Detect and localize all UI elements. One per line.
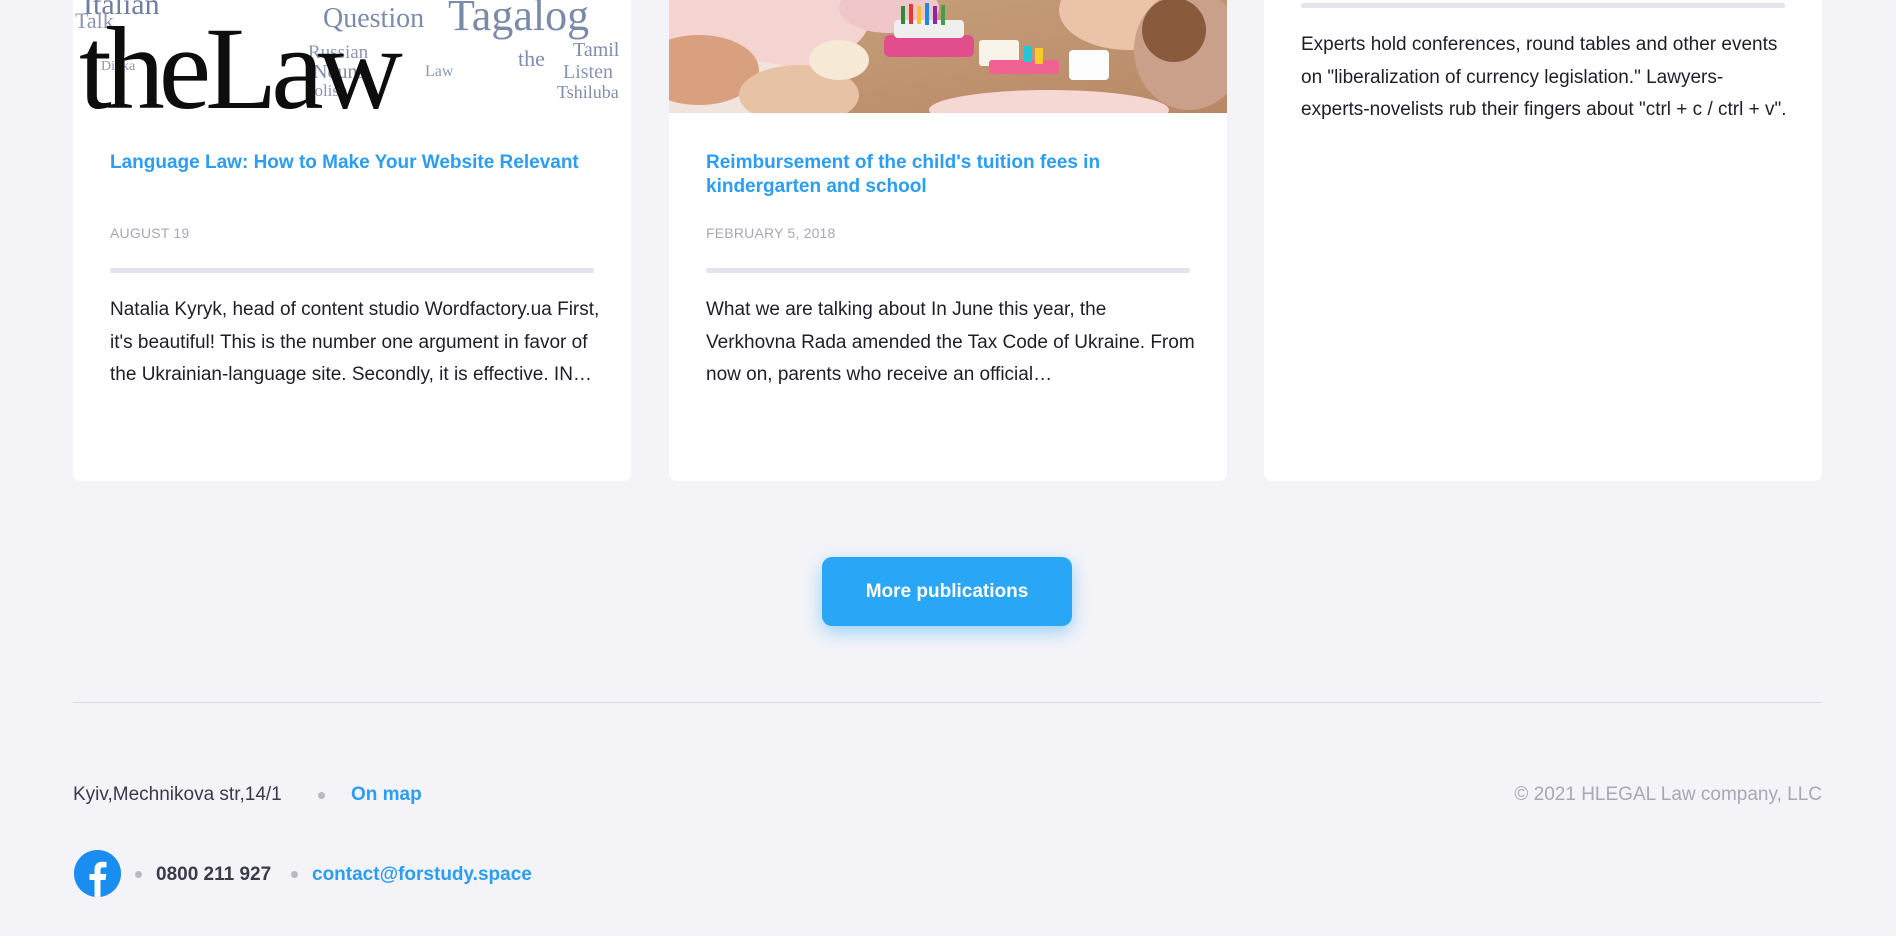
word-cloud-listen: Listen: [563, 61, 613, 83]
word-cloud-tagalog: Tagalog: [448, 0, 589, 40]
word-cloud-the: the: [518, 46, 545, 71]
facebook-icon[interactable]: [74, 850, 121, 897]
more-publications-button[interactable]: More publications: [822, 557, 1072, 626]
publication-card[interactable]: Italian Talk Question Tagalog Russian No…: [73, 0, 631, 481]
word-cloud-thelaw: theLaw: [79, 3, 403, 113]
publication-excerpt: Natalia Kyryk, head of content studio Wo…: [110, 299, 600, 385]
publication-card[interactable]: Reimbursement of the child's tuition fee…: [669, 0, 1227, 481]
publication-image[interactable]: [669, 0, 1227, 113]
separator-dot: [318, 792, 325, 799]
publication-title[interactable]: Reimbursement of the child's tuition fee…: [706, 151, 1190, 199]
publication-excerpt: Experts hold conferences, round tables a…: [1301, 34, 1787, 120]
email-link[interactable]: contact@forstudy.space: [312, 864, 532, 886]
word-cloud-tamil: Tamil: [573, 39, 620, 61]
footer-address: Kyiv,Mechnikova str,14/1: [73, 784, 282, 805]
card-divider: [1301, 3, 1785, 8]
card-divider: [706, 268, 1190, 273]
word-cloud-tshiluba: Tshiluba: [557, 82, 619, 102]
publication-card[interactable]: Experts hold conferences, round tables a…: [1264, 0, 1822, 481]
copyright-text: © 2021 HLEGAL Law company, LLC: [1514, 784, 1822, 805]
publication-excerpt: What we are talking about In June this y…: [706, 299, 1195, 385]
footer-divider: [73, 702, 1822, 703]
separator-dot: [291, 871, 298, 878]
publication-date: FEBRUARY 5, 2018: [706, 225, 836, 241]
card-divider: [110, 268, 594, 273]
phone-number[interactable]: 0800 211 927: [156, 864, 271, 886]
word-cloud-law-small: Law: [425, 63, 454, 80]
publication-image[interactable]: Italian Talk Question Tagalog Russian No…: [73, 0, 631, 113]
on-map-link[interactable]: On map: [351, 784, 422, 806]
publication-title[interactable]: Language Law: How to Make Your Website R…: [110, 151, 594, 175]
publication-date: AUGUST 19: [110, 225, 190, 241]
separator-dot: [135, 871, 142, 878]
